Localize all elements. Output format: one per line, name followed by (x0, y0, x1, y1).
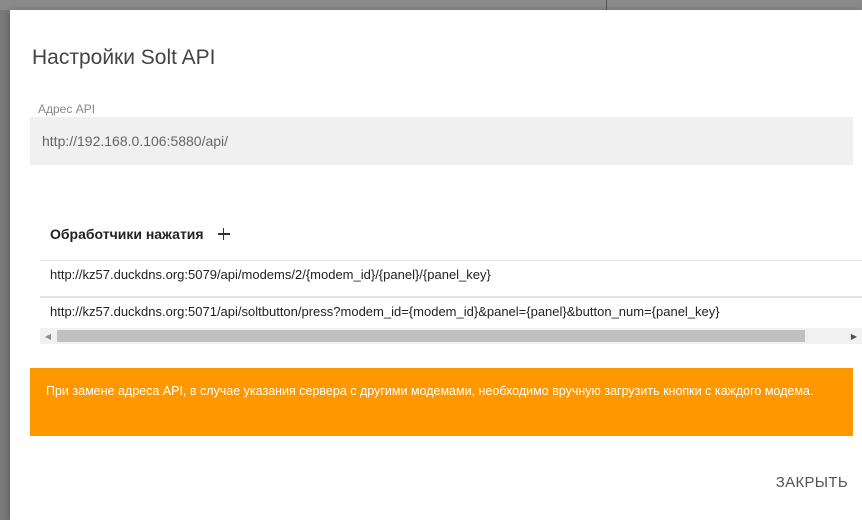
handlers-title: Обработчики нажатия (50, 226, 204, 242)
scrollbar-thumb[interactable] (57, 330, 805, 342)
plus-icon[interactable] (214, 224, 234, 244)
handlers-list: http://kz57.duckdns.org:5079/api/modems/… (40, 260, 862, 351)
handlers-header: Обработчики нажатия (50, 224, 234, 244)
warning-banner: При замене адреса API, в случае указания… (30, 368, 853, 436)
api-address-label: Адрес API (38, 102, 96, 116)
solt-api-settings-dialog: Настройки Solt API Адрес API Обработчики… (10, 10, 862, 520)
handler-list-item[interactable]: http://kz57.duckdns.org:5079/api/modems/… (40, 260, 862, 288)
backdrop (0, 0, 862, 10)
api-address-input[interactable] (30, 117, 853, 165)
arrow-left-icon[interactable]: ◀ (40, 328, 56, 344)
close-button[interactable]: ЗАКРЫТЬ (772, 468, 852, 497)
backdrop-divider (606, 0, 607, 10)
dialog-title: Настройки Solt API (32, 46, 216, 69)
handler-list-item[interactable]: http://kz57.duckdns.org:5071/api/soltbut… (40, 297, 862, 325)
arrow-right-icon[interactable]: ▶ (846, 328, 862, 344)
horizontal-scrollbar[interactable]: ◀ ▶ (40, 328, 862, 344)
